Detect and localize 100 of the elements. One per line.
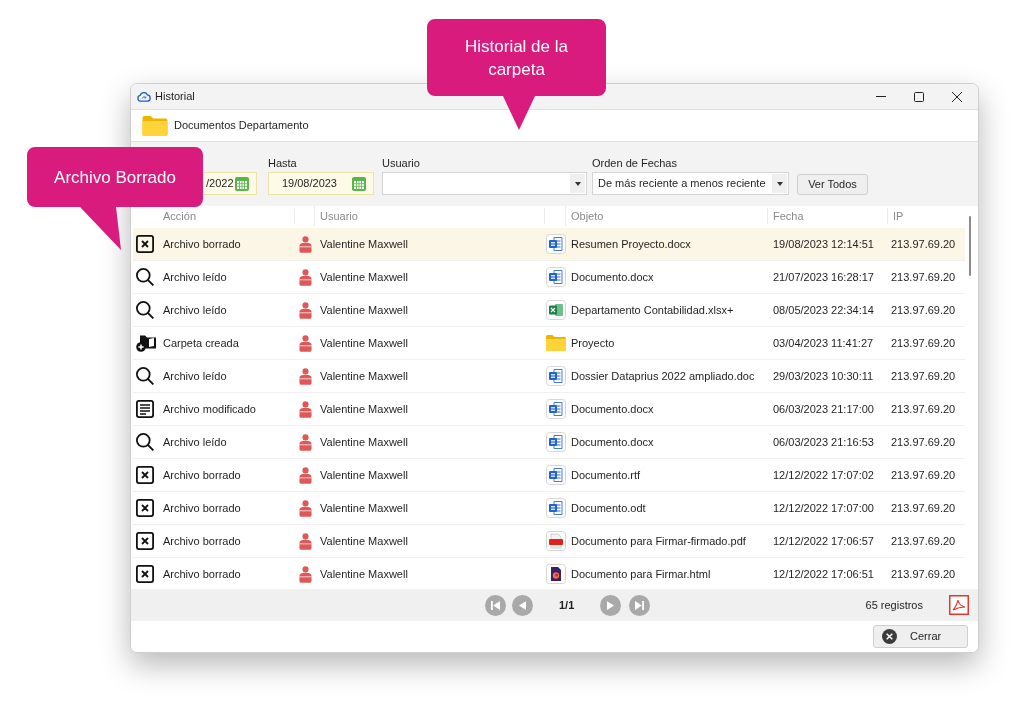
table-cell-text: Valentine Maxwell bbox=[319, 236, 409, 252]
table-cell-text: Valentine Maxwell bbox=[319, 368, 409, 384]
search-icon bbox=[136, 433, 154, 451]
table-cell-text: Archivo leído bbox=[162, 434, 228, 450]
table-cell-text: 213.97.69.20 bbox=[890, 533, 957, 549]
document-lines-icon bbox=[136, 400, 154, 418]
calendar-icon[interactable] bbox=[235, 176, 249, 191]
table-cell-text: Archivo borrado bbox=[162, 467, 242, 483]
field-label: Hasta bbox=[268, 156, 298, 170]
caret-right-icon bbox=[607, 600, 615, 610]
document-file-icon bbox=[545, 432, 566, 452]
callout-label: Archivo Borrado bbox=[53, 166, 177, 189]
user-icon bbox=[298, 334, 312, 352]
web-file-icon bbox=[545, 564, 566, 584]
spreadsheet-file-icon bbox=[545, 300, 566, 320]
table-cell-text: 29/03/2023 10:30:11 bbox=[772, 368, 875, 384]
table-cell-text: 213.97.69.20 bbox=[890, 236, 957, 252]
user-combo-field[interactable] bbox=[382, 172, 587, 195]
user-icon bbox=[298, 499, 312, 517]
document-file-icon bbox=[545, 267, 566, 287]
show-all-button[interactable]: Ver Todos bbox=[797, 174, 868, 195]
date-field[interactable]: /2022 bbox=[204, 172, 257, 195]
table-cell-text: 213.97.69.20 bbox=[890, 368, 957, 384]
table-cell-text: Valentine Maxwell bbox=[319, 302, 409, 318]
date-field[interactable]: 19/08/2023 bbox=[268, 172, 374, 195]
user-icon bbox=[298, 235, 312, 253]
folder-name: Documentos Departamento bbox=[174, 118, 309, 134]
table-cell-text: 213.97.69.20 bbox=[890, 401, 957, 417]
folder-icon bbox=[142, 115, 168, 136]
calendar-icon[interactable] bbox=[352, 176, 366, 191]
table-cell-text: 213.97.69.20 bbox=[890, 335, 957, 351]
square-x-icon bbox=[136, 466, 154, 484]
skip-end-icon bbox=[635, 600, 645, 610]
user-icon bbox=[298, 268, 312, 286]
caret-left-icon bbox=[519, 600, 526, 610]
table-cell-text: 03/04/2023 11:41:27 bbox=[772, 335, 875, 351]
next-page-button[interactable] bbox=[600, 594, 622, 616]
table-cell-text: 19/08/2023 12:14:51 bbox=[772, 236, 875, 252]
document-file-icon bbox=[545, 234, 566, 254]
table-cell-text: Documento.docx bbox=[570, 434, 655, 450]
user-icon bbox=[298, 466, 312, 484]
table-cell-text: Archivo leído bbox=[162, 269, 228, 285]
table-cell-text: Dossier Dataprius 2022 ampliado.doc bbox=[570, 368, 756, 384]
table-cell-text: Valentine Maxwell bbox=[319, 401, 409, 417]
table-cell-text: Carpeta creada bbox=[162, 335, 240, 351]
table-cell-text: 12/12/2022 17:06:57 bbox=[772, 533, 875, 549]
table-cell-text: Archivo modificado bbox=[162, 401, 257, 417]
dropdown-button[interactable] bbox=[570, 174, 585, 193]
table-cell-text: Documento.docx bbox=[570, 401, 655, 417]
table-cell-text: 213.97.69.20 bbox=[890, 302, 957, 318]
first-page-button[interactable] bbox=[485, 594, 506, 616]
field-label: Orden de Fechas bbox=[592, 156, 678, 170]
table-cell-text: Departamento Contabilidad.xlsx+ bbox=[570, 302, 735, 318]
export-pdf-button[interactable] bbox=[949, 595, 969, 615]
table-cell-text: Documento para Firmar-firmado.pdf bbox=[570, 533, 747, 549]
table-cell-text: Archivo borrado bbox=[162, 566, 242, 582]
record-count: 65 registros bbox=[865, 597, 923, 613]
pdf-file-icon bbox=[545, 531, 566, 551]
table-cell-text: 06/03/2023 21:16:53 bbox=[772, 434, 875, 450]
search-icon bbox=[136, 268, 154, 286]
search-icon bbox=[136, 301, 154, 319]
column-header: Usuario bbox=[315, 207, 545, 225]
window-title: Historial bbox=[155, 89, 195, 105]
table-cell-text: 213.97.69.20 bbox=[890, 500, 957, 516]
table-cell-text: Proyecto bbox=[570, 335, 616, 351]
table-cell-text: Archivo borrado bbox=[162, 500, 242, 516]
previous-page-button[interactable] bbox=[512, 594, 533, 616]
caret-down-icon bbox=[776, 181, 783, 186]
table-cell-text: 213.97.69.20 bbox=[890, 467, 957, 483]
folder-icon bbox=[545, 335, 566, 351]
table-cell-text: 213.97.69.20 bbox=[890, 566, 957, 582]
table-cell-text: Valentine Maxwell bbox=[319, 269, 409, 285]
search-icon bbox=[136, 367, 154, 385]
table-cell-text: 12/12/2022 17:07:02 bbox=[772, 467, 875, 483]
table-cell-text: 213.97.69.20 bbox=[890, 269, 957, 285]
folder-plus-icon bbox=[136, 334, 156, 352]
close-icon bbox=[952, 91, 962, 102]
dropdown-button[interactable] bbox=[772, 174, 787, 193]
column-header: Objeto bbox=[566, 207, 768, 225]
square-x-icon bbox=[136, 499, 154, 517]
caret-down-icon bbox=[574, 181, 581, 186]
scrollbar-thumb[interactable] bbox=[969, 216, 971, 276]
table-cell-text: Valentine Maxwell bbox=[319, 500, 409, 516]
table-cell-text: Archivo borrado bbox=[162, 236, 242, 252]
table-cell-text: Archivo borrado bbox=[162, 533, 242, 549]
order-combo-field[interactable]: De más reciente a menos reciente bbox=[592, 172, 789, 195]
table-cell-text: Resumen Proyecto.docx bbox=[570, 236, 692, 252]
page-indicator: 1/1 bbox=[559, 597, 575, 613]
square-x-icon bbox=[136, 532, 154, 550]
document-file-icon bbox=[545, 399, 566, 419]
table-cell-text: 21/07/2023 16:28:17 bbox=[772, 269, 875, 285]
callout-label: Historial de la carpeta bbox=[464, 35, 569, 81]
last-page-button[interactable] bbox=[629, 594, 651, 616]
cloud-sync-icon bbox=[137, 91, 151, 102]
table-cell-text: 12/12/2022 17:06:51 bbox=[772, 566, 875, 582]
table-cell-text: Valentine Maxwell bbox=[319, 533, 409, 549]
table-cell-text: 213.97.69.20 bbox=[890, 434, 957, 450]
table-row[interactable]: Archivo borrado Valentine Maxwell Resumen Proyecto.docx 19/08/2023 12:14:51 213.97.69.20 bbox=[133, 228, 965, 261]
square-x-icon bbox=[136, 235, 154, 253]
close-dialog-button[interactable]: Cerrar bbox=[873, 625, 968, 648]
